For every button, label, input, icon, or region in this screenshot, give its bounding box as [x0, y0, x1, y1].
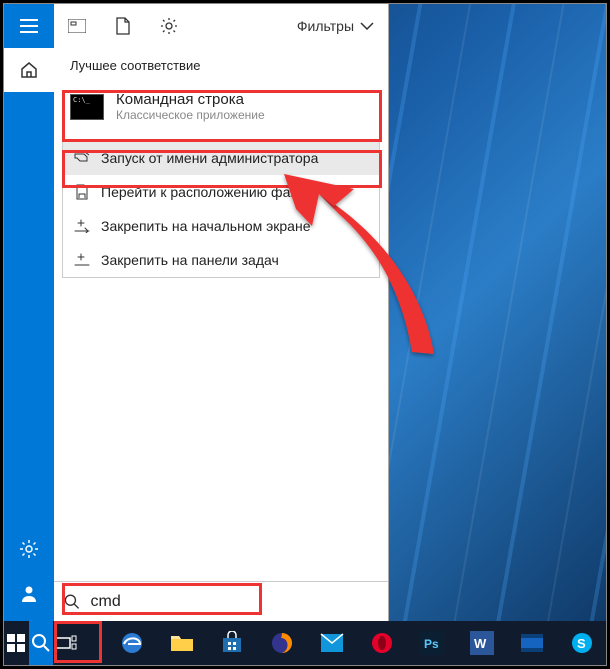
settings-gear-icon[interactable]: [4, 527, 54, 571]
filters-label: Фильтры: [297, 18, 354, 34]
context-item-label: Закрепить на начальном экране: [101, 218, 311, 234]
svg-text:S: S: [577, 636, 586, 651]
search-box[interactable]: [54, 581, 388, 621]
taskbar-app-firefox[interactable]: [258, 621, 306, 665]
taskbar-app-photoshop[interactable]: Ps: [408, 621, 456, 665]
context-run-as-admin[interactable]: Запуск от имени администратора: [63, 141, 379, 175]
context-open-location[interactable]: Перейти к расположению файла: [63, 175, 379, 209]
taskbar-app-store[interactable]: [208, 621, 256, 665]
apps-scope-icon[interactable]: [54, 4, 100, 48]
taskbar-app-edge[interactable]: [108, 621, 156, 665]
taskbar-app-video[interactable]: [508, 621, 556, 665]
svg-text:Ps: Ps: [424, 637, 439, 651]
taskbar-app-skype[interactable]: S: [558, 621, 606, 665]
start-button[interactable]: [4, 621, 29, 665]
best-match-subtitle: Классическое приложение: [116, 108, 265, 122]
taskbar-search-button[interactable]: [29, 621, 54, 665]
context-pin-taskbar[interactable]: Закрепить на панели задач: [63, 243, 379, 277]
best-match-result[interactable]: Командная строка Классическое приложение: [62, 83, 380, 130]
hamburger-icon[interactable]: [4, 4, 54, 48]
cmd-icon: [70, 94, 104, 120]
pin-taskbar-icon: [73, 253, 91, 267]
documents-scope-icon[interactable]: [100, 4, 146, 48]
taskbar-app-opera[interactable]: [358, 621, 406, 665]
filters-dropdown[interactable]: Фильтры: [297, 18, 388, 34]
context-item-label: Запуск от имени администратора: [101, 150, 318, 166]
context-pin-start[interactable]: Закрепить на начальном экране: [63, 209, 379, 243]
best-match-section-label: Лучшее соответствие: [54, 48, 388, 81]
taskbar-pinned-apps: Ps W S: [108, 621, 606, 665]
user-account-icon[interactable]: [4, 571, 54, 615]
taskbar-app-mail[interactable]: [308, 621, 356, 665]
home-icon[interactable]: [4, 48, 54, 92]
taskbar: Ps W S: [4, 621, 606, 665]
folder-icon: [73, 184, 91, 200]
shield-icon: [73, 150, 91, 166]
start-left-rail: [4, 4, 54, 621]
search-icon: [64, 593, 80, 611]
svg-text:W: W: [474, 636, 487, 651]
context-item-label: Закрепить на панели задач: [101, 252, 279, 268]
task-view-button[interactable]: [53, 621, 78, 665]
search-input[interactable]: [90, 593, 378, 611]
context-menu: Запуск от имени администратора Перейти к…: [62, 140, 380, 278]
search-panel-toolbar: Фильтры: [54, 4, 388, 48]
taskbar-app-word[interactable]: W: [458, 621, 506, 665]
search-results-panel: Фильтры Лучшее соответствие Командная ст…: [54, 4, 389, 621]
context-item-label: Перейти к расположению файла: [101, 184, 314, 200]
best-match-title: Командная строка: [116, 91, 265, 108]
taskbar-app-explorer[interactable]: [158, 621, 206, 665]
settings-scope-icon[interactable]: [146, 4, 192, 48]
pin-start-icon: [73, 219, 91, 233]
chevron-down-icon: [360, 22, 374, 30]
